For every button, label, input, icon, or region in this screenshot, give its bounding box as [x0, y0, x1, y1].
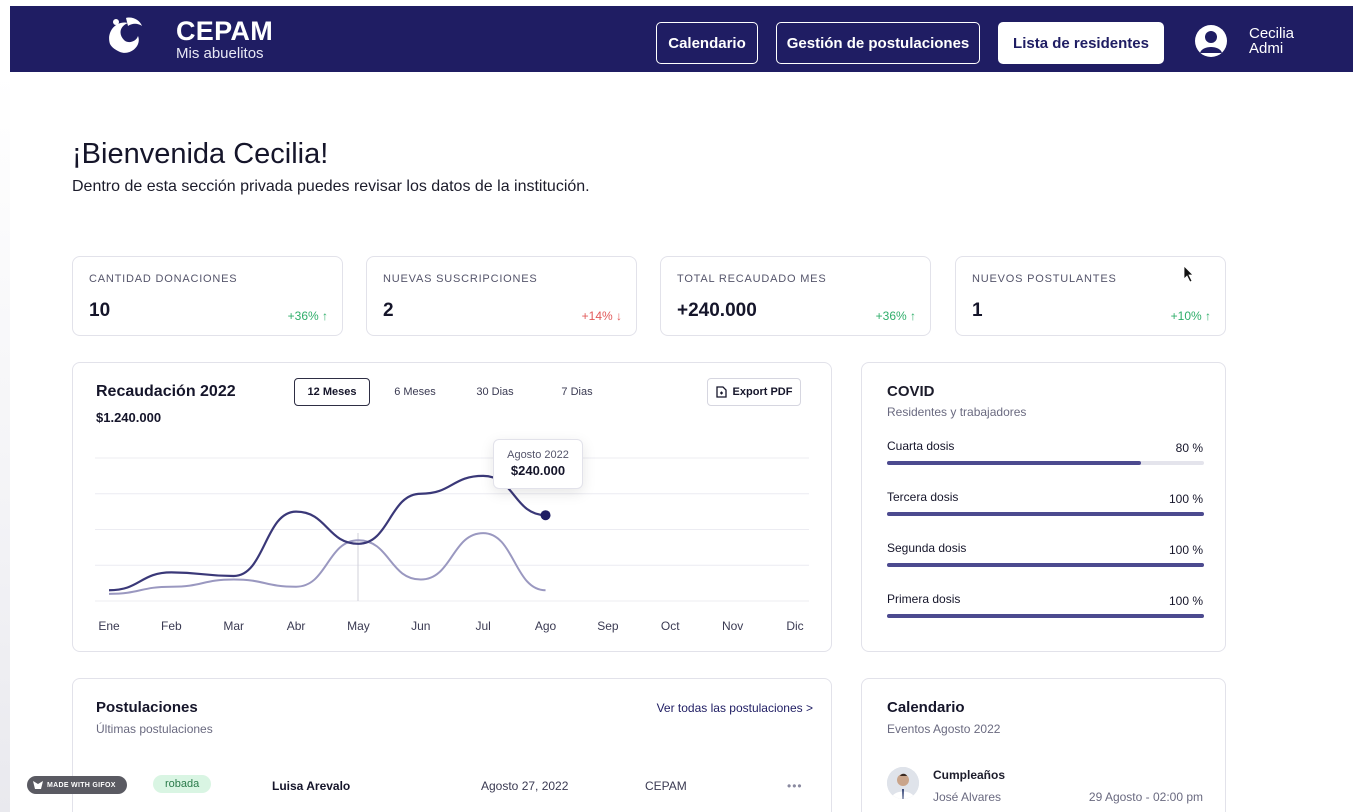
dose-progress-bar [887, 563, 1204, 567]
x-tick-label: Mar [223, 619, 244, 633]
x-tick-label: Ago [535, 619, 557, 633]
x-tick-label: Ene [98, 619, 120, 633]
dose-label: Cuarta dosis [887, 439, 955, 453]
stat-change: +36% ↑ [875, 309, 916, 323]
mouse-cursor-icon [1183, 265, 1194, 283]
application-institution: CEPAM [645, 779, 687, 793]
gifox-logo-icon [33, 781, 43, 789]
stat-value: 10 [89, 300, 111, 321]
dose-progress-bar [887, 512, 1204, 516]
stat-label: CANTIDAD DONACIONES [89, 273, 238, 285]
stat-value: 2 [383, 300, 394, 321]
user-avatar-icon[interactable] [1195, 25, 1227, 57]
dose-progress-fill [887, 614, 1204, 618]
nav-gestion-postulaciones-button[interactable]: Gestión de postulaciones [776, 22, 980, 64]
dose-progress-bar [887, 614, 1204, 618]
x-tick-label: Sep [597, 619, 619, 633]
dose-progress-bar [887, 461, 1204, 465]
row-more-options-icon[interactable]: ••• [787, 779, 803, 793]
stat-label: NUEVAS SUSCRIPCIONES [383, 273, 538, 285]
dose-percent: 100 % [1168, 492, 1203, 506]
x-tick-label: Feb [161, 619, 182, 633]
stat-change: +10% ↑ [1170, 309, 1211, 323]
x-tick-label: Nov [722, 619, 743, 633]
event-date: 29 Agosto - 02:00 pm [1088, 790, 1203, 804]
covid-card: COVID Residentes y trabajadores Cuarta d… [861, 362, 1226, 652]
dose-label: Segunda dosis [887, 541, 967, 555]
brand-subtitle: Mis abuelitos [176, 45, 264, 62]
dose-label: Tercera dosis [887, 490, 959, 504]
left-edge-shadow [0, 72, 10, 812]
dose-percent: 100 % [1168, 543, 1203, 557]
recaudacion-card: Recaudación 2022 $1.240.000 12 Meses 6 M… [72, 362, 832, 652]
x-tick-label: Abr [287, 619, 306, 633]
stat-card-donaciones: CANTIDAD DONACIONES 10 +36% ↑ [72, 256, 343, 336]
event-person: José Alvares [933, 790, 1002, 804]
dose-percent: 100 % [1168, 594, 1203, 608]
highlight-point [540, 510, 551, 521]
tooltip-value: $240.000 [510, 463, 566, 478]
gifox-watermark: MADE WITH GIFOX [27, 776, 127, 794]
event-title: Cumpleaños [933, 768, 1006, 782]
stat-value: 1 [972, 300, 983, 321]
calendario-subtitle: Eventos Agosto 2022 [887, 722, 1001, 736]
covid-title: COVID [887, 383, 935, 400]
stat-label: TOTAL RECAUDADO MES [677, 273, 827, 285]
stat-card-recaudado: TOTAL RECAUDADO MES +240.000 +36% ↑ [660, 256, 931, 336]
application-date: Agosto 27, 2022 [481, 779, 569, 793]
applicant-name[interactable]: Luisa Arevalo [272, 779, 350, 793]
event-person-avatar [887, 767, 919, 799]
series-secondary-line [108, 532, 546, 595]
postulaciones-card: Postulaciones Últimas postulaciones Ver … [72, 678, 832, 812]
stat-card-suscripciones: NUEVAS SUSCRIPCIONES 2 +14% ↓ [366, 256, 637, 336]
postulaciones-title: Postulaciones [96, 699, 198, 716]
nav-lista-residentes-button[interactable]: Lista de residentes [998, 22, 1164, 64]
top-navigation-bar: CEPAM Mis abuelitos Calendario Gestión d… [10, 6, 1353, 72]
user-role: Admi [1249, 40, 1284, 57]
revenue-line-chart: Ene Feb Mar Abr May Jun Jul Ago Sep Oct Nov Dic [95, 457, 809, 633]
see-all-postulaciones-link[interactable]: Ver todas las postulaciones > [657, 701, 813, 715]
chart-tooltip: Agosto 2022 $240.000 [493, 439, 583, 489]
x-tick-label: May [347, 619, 370, 633]
x-tick-label: Oct [661, 619, 680, 633]
stat-change: +14% ↓ [581, 309, 622, 323]
brand-title: CEPAM [176, 16, 274, 46]
welcome-title: ¡Bienvenida Cecilia! [72, 138, 329, 170]
dose-percent: 80 % [1175, 441, 1203, 455]
calendario-card: Calendario Eventos Agosto 2022 Cumpleaño… [861, 678, 1226, 812]
dose-progress-fill [887, 461, 1141, 465]
postulaciones-subtitle: Últimas postulaciones [96, 722, 213, 736]
welcome-subtitle: Dentro de esta sección privada puedes re… [72, 178, 590, 195]
x-tick-label: Jul [476, 619, 491, 633]
tooltip-label: Agosto 2022 [507, 449, 569, 461]
dose-label: Primera dosis [887, 592, 961, 606]
calendario-title: Calendario [887, 699, 965, 716]
x-tick-label: Dic [786, 619, 803, 633]
stat-change: +36% ↑ [287, 309, 328, 323]
stat-value: +240.000 [677, 300, 757, 321]
nav-calendario-button[interactable]: Calendario [656, 22, 758, 64]
stat-label: NUEVOS POSTULANTES [972, 273, 1117, 285]
cepam-logo-icon [109, 17, 142, 53]
covid-subtitle: Residentes y trabajadores [887, 405, 1027, 419]
status-badge: robada [153, 775, 212, 793]
watermark-text: MADE WITH GIFOX [47, 781, 116, 789]
dose-progress-fill [887, 563, 1204, 567]
x-tick-label: Jun [411, 619, 430, 633]
dose-progress-fill [887, 512, 1204, 516]
